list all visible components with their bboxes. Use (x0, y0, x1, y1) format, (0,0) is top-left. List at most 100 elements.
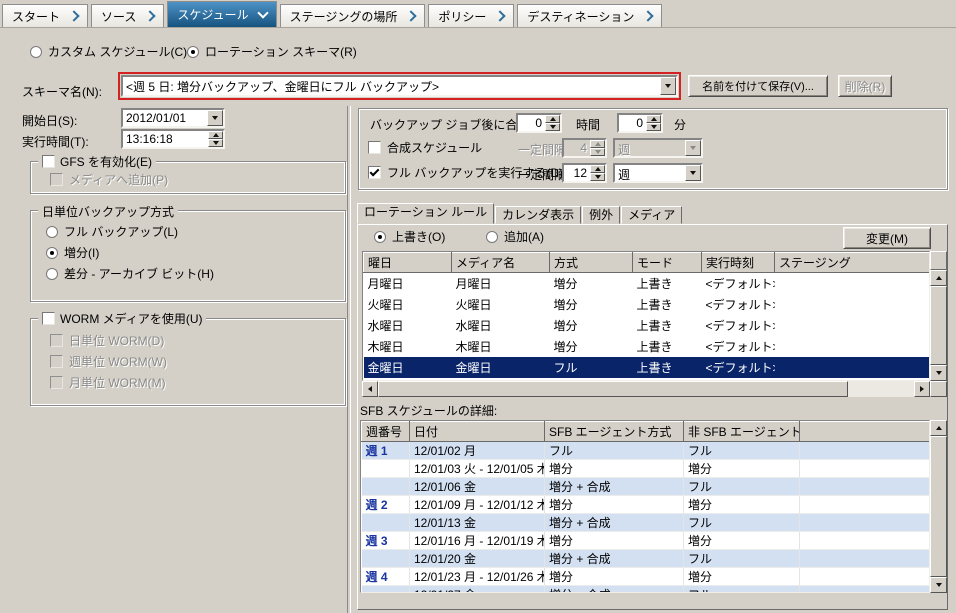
column-header[interactable]: 日付 (410, 422, 545, 442)
spin-down-button[interactable] (208, 139, 223, 147)
column-header[interactable]: SFB エージェント方式 (545, 422, 684, 442)
column-header[interactable]: 非 SFB エージェント方... (684, 422, 800, 442)
wizard-tab-5[interactable]: ポリシー (428, 4, 514, 27)
minutes-spinner[interactable]: 0 (617, 113, 663, 133)
scrollbar-corner (930, 381, 947, 397)
sfb-details-title: SFB スケジュールの詳細: (360, 402, 497, 419)
cell: <デフォルト> (702, 273, 775, 294)
synth-schedule-checkbox[interactable]: 合成スケジュール (368, 137, 482, 158)
radio-daily-method-2[interactable]: 増分(I) (46, 242, 214, 263)
tab-4[interactable]: メディア (621, 206, 682, 224)
wizard-tab-1[interactable]: スタート (2, 4, 88, 27)
save-as-button[interactable]: 名前を付けて保存(V)... (688, 75, 828, 97)
column-header[interactable]: 曜日 (364, 253, 452, 273)
tab-3[interactable]: 例外 (582, 206, 620, 224)
daily-method-options: フル バックアップ(L)増分(I)差分 - アーカイブ ビット(H) (46, 221, 214, 284)
spin-up-button[interactable] (545, 115, 560, 123)
sfb-table-header: 週番号日付SFB エージェント方式非 SFB エージェント方... (362, 422, 931, 442)
sfb-vertical-scrollbar[interactable] (930, 420, 947, 593)
table-row[interactable]: 週 412/01/23 月 - 12/01/26 木増分増分 (362, 568, 931, 586)
scroll-down-button[interactable] (930, 577, 947, 593)
wizard-tab-label: スタート (12, 8, 60, 25)
wizard-tab-label: ステージングの場所 (290, 8, 398, 25)
table-row[interactable]: 火曜日火曜日増分上書き<デフォルト> (364, 294, 931, 315)
radio-overwrite-label: 上書き(O) (392, 228, 445, 245)
spin-up-button[interactable] (646, 115, 661, 123)
radio-append[interactable]: 追加(A) (486, 226, 544, 247)
dropdown-button[interactable] (660, 77, 676, 95)
radio-overwrite[interactable]: 上書き(O) (374, 226, 445, 247)
rotation-vertical-scrollbar[interactable] (930, 270, 947, 381)
table-row[interactable]: 週 112/01/02 月フルフル (362, 442, 931, 460)
table-row[interactable]: 週 212/01/09 月 - 12/01/12 木増分増分 (362, 496, 931, 514)
spin-down-button[interactable] (646, 123, 661, 131)
table-row[interactable]: 週 312/01/16 月 - 12/01/19 木増分増分 (362, 532, 931, 550)
radio-rotation-schema-label: ローテーション スキーマ(R) (205, 43, 357, 60)
radio-rotation-schema[interactable]: ローテーション スキーマ(R) (187, 41, 357, 62)
scroll-left-button[interactable] (362, 381, 378, 397)
radio-daily-method-1[interactable]: フル バックアップ(L) (46, 221, 214, 242)
table-row[interactable]: 12/01/20 金増分 + 合成フル (362, 550, 931, 568)
chevron-down-icon (690, 171, 696, 175)
interval-label: 一定間隔 (518, 166, 566, 183)
cell: 水曜日 (452, 315, 550, 336)
column-header[interactable] (800, 422, 931, 442)
table-row[interactable]: 12/01/27 金増分 + 合成フル (362, 586, 931, 594)
spin-down-icon (595, 175, 601, 179)
cell: 木曜日 (364, 336, 452, 357)
full-interval-unit-combobox[interactable]: 週 (613, 163, 703, 183)
column-header[interactable]: モード (633, 253, 702, 273)
scrollbar-thumb[interactable] (930, 436, 947, 577)
column-header[interactable]: 週番号 (362, 422, 410, 442)
table-row[interactable]: 月曜日月曜日増分上書き<デフォルト> (364, 273, 931, 294)
scroll-right-button[interactable] (914, 381, 930, 397)
cell (775, 315, 931, 336)
scroll-up-button[interactable] (930, 420, 947, 436)
full-interval-spinner[interactable]: 12 (562, 163, 607, 183)
radio-custom-schedule[interactable]: カスタム スケジュール(C) (30, 41, 187, 62)
worm-options: 日単位 WORM(D)週単位 WORM(W)月単位 WORM(M) (50, 330, 167, 393)
spin-up-button[interactable] (590, 165, 605, 173)
wizard-tab-4[interactable]: ステージングの場所 (280, 4, 426, 27)
dropdown-button[interactable] (207, 110, 223, 126)
spin-down-button[interactable] (590, 173, 605, 181)
start-date-combobox[interactable]: 2012/01/01 (121, 108, 225, 128)
cell (775, 336, 931, 357)
scrollbar-thumb[interactable] (378, 381, 848, 397)
table-row[interactable]: 12/01/13 金増分 + 合成フル (362, 514, 931, 532)
rotation-horizontal-scrollbar[interactable] (362, 381, 930, 397)
table-row[interactable]: 12/01/06 金増分 + 合成フル (362, 478, 931, 496)
radio-daily-method-3[interactable]: 差分 - アーカイブ ビット(H) (46, 263, 214, 284)
exec-time-spinner[interactable]: 13:16:18 (121, 129, 225, 149)
hours-spinner[interactable]: 0 (516, 113, 562, 133)
table-row[interactable]: 12/01/03 火 - 12/01/05 木増分増分 (362, 460, 931, 478)
full-interval-value: 12 (564, 165, 590, 181)
radio-icon (30, 46, 42, 58)
spin-up-button[interactable] (208, 131, 223, 139)
week-number-cell (362, 460, 410, 478)
column-header[interactable]: 実行時刻 (702, 253, 775, 273)
tab-2[interactable]: カレンダ表示 (495, 206, 581, 224)
schema-name-combobox[interactable]: <週 5 日: 増分バックアップ、金曜日にフル バックアップ> (121, 75, 678, 97)
scroll-up-button[interactable] (930, 270, 947, 286)
gfs-enable-checkbox[interactable]: GFS を有効化(E) (38, 153, 156, 170)
change-button[interactable]: 変更(M) (843, 227, 931, 249)
table-row[interactable]: 金曜日金曜日フル上書き<デフォルト> (364, 357, 931, 378)
spin-down-button[interactable] (545, 123, 560, 131)
dropdown-button[interactable] (685, 165, 701, 181)
wizard-tab-6[interactable]: デスティネーション (517, 4, 662, 27)
table-row[interactable]: 木曜日木曜日増分上書き<デフォルト> (364, 336, 931, 357)
table-row[interactable]: 水曜日水曜日増分上書き<デフォルト> (364, 315, 931, 336)
column-header[interactable]: メディア名 (452, 253, 550, 273)
scrollbar-thumb[interactable] (930, 286, 947, 365)
scroll-down-button[interactable] (930, 365, 947, 381)
column-header[interactable]: ステージング (775, 253, 931, 273)
worm-enable-checkbox[interactable]: WORM メディアを使用(U) (38, 310, 206, 327)
header-stub (930, 251, 947, 270)
wizard-tab-2[interactable]: ソース (91, 4, 164, 27)
tab-1[interactable]: ローテーション ルール (357, 203, 494, 224)
column-header[interactable]: 方式 (550, 253, 633, 273)
wizard-tab-3[interactable]: スケジュール (167, 1, 276, 27)
cell: 月曜日 (364, 273, 452, 294)
date-cell: 12/01/20 金 (410, 550, 545, 568)
